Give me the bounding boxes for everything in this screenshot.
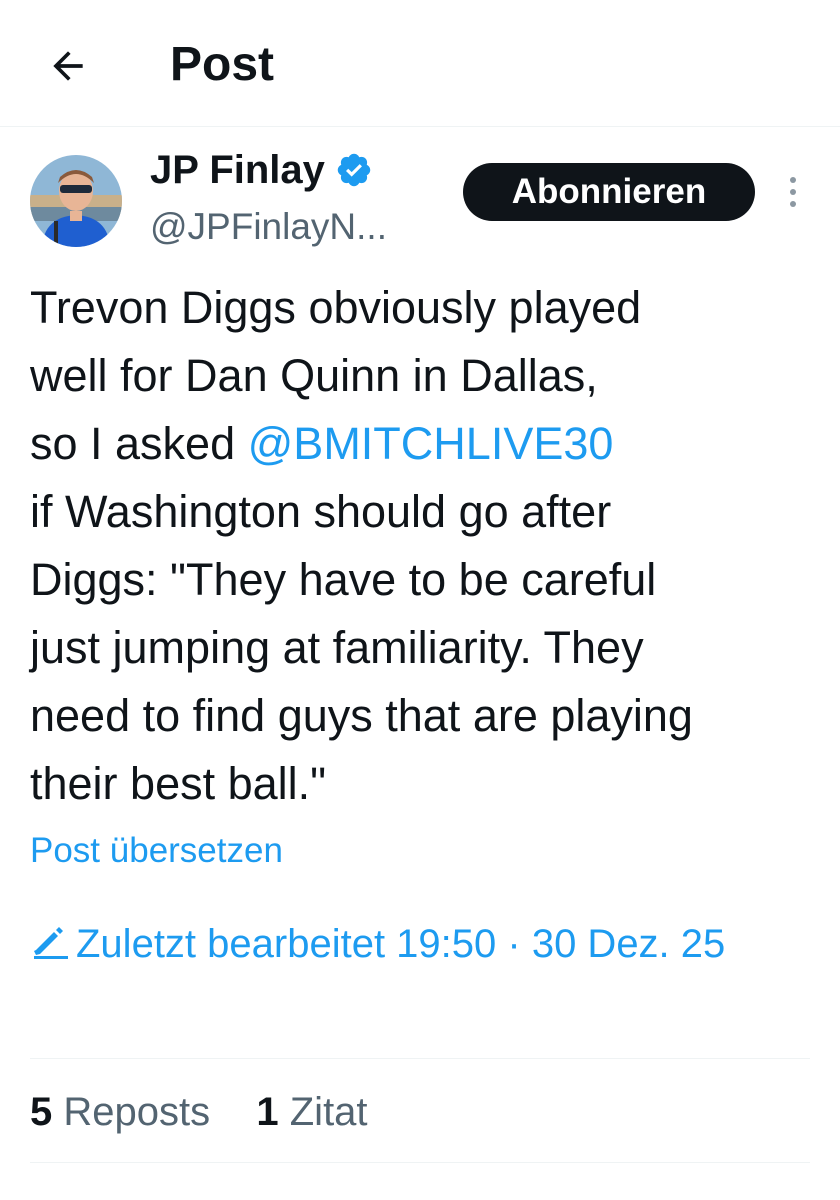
reposts-count: 5: [30, 1090, 53, 1134]
quotes-stat[interactable]: 1 Zitat: [256, 1090, 367, 1134]
author-handle[interactable]: @JPFinlayN...: [150, 202, 387, 252]
arrow-left-icon: [53, 51, 83, 81]
post-text-part-2: if Washington should go after Diggs: "Th…: [30, 486, 693, 809]
reposts-label: Reposts: [63, 1090, 211, 1134]
quotes-count: 1: [256, 1090, 279, 1134]
divider: [30, 1058, 810, 1059]
more-vertical-icon-dot: [790, 177, 796, 183]
edited-label: Zuletzt bearbeitet 19:50 · 30 Dez. 25: [76, 922, 726, 966]
verified-badge-icon: [337, 153, 371, 187]
divider: [30, 1162, 810, 1163]
page-title: Post: [170, 38, 275, 91]
quotes-label: Zitat: [289, 1090, 368, 1134]
more-vertical-icon-dot: [790, 201, 796, 207]
author-name[interactable]: JP Finlay: [150, 144, 373, 196]
pencil-icon: [34, 927, 68, 959]
avatar[interactable]: [30, 155, 122, 247]
back-button[interactable]: [40, 38, 96, 94]
post-text: Trevon Diggs obviously played well for D…: [30, 274, 820, 818]
reposts-stat[interactable]: 5 Reposts: [30, 1090, 210, 1134]
subscribe-button[interactable]: Abonnieren: [463, 163, 755, 221]
edited-timestamp-link[interactable]: Zuletzt bearbeitet 19:50 · 30 Dez. 25: [30, 912, 820, 976]
top-app-bar: Post: [0, 0, 840, 127]
more-options-button[interactable]: [778, 170, 808, 214]
more-vertical-icon-dot: [790, 189, 796, 195]
author-name-label: JP Finlay: [150, 148, 325, 192]
engagement-stats: 5 Reposts 1 Zitat: [30, 1086, 368, 1138]
translate-post-link[interactable]: Post übersetzen: [30, 826, 283, 876]
avatar-image: [30, 155, 122, 247]
mention-link[interactable]: @BMITCHLIVE30: [248, 418, 614, 469]
